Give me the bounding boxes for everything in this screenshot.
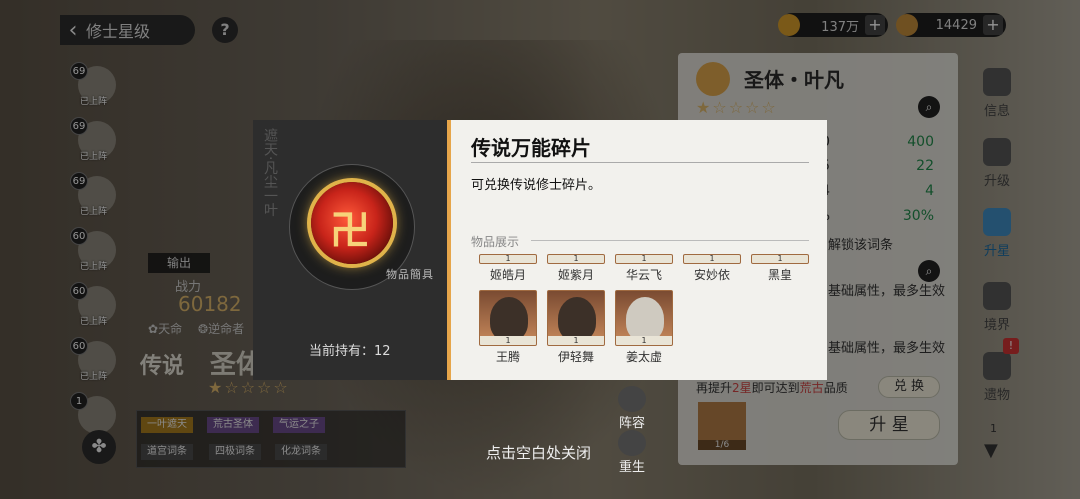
- close-hint[interactable]: 点击空白处关闭: [486, 442, 591, 463]
- modal-title: 传说万能碎片: [471, 136, 591, 160]
- list-item[interactable]: 1 安妙依: [683, 254, 743, 324]
- hero-portrait: [558, 297, 596, 341]
- rebirth-button[interactable]: 重生: [618, 430, 646, 475]
- list-item[interactable]: 1 姜太虚: [615, 290, 675, 364]
- shard-glyph-icon: 卍: [330, 208, 370, 254]
- list-item[interactable]: 1 王腾: [479, 290, 539, 364]
- title-divider: [471, 162, 809, 163]
- modal-item-preview: 遮天·凡尘一叶 卍 物品簡具 当前持有：12: [253, 120, 447, 380]
- held-count: 当前持有：12: [309, 344, 391, 359]
- hero-portrait: [490, 297, 528, 341]
- modal-description: 可兑换传说修士碎片。: [471, 178, 602, 193]
- item-desc-label: 物品簡具: [386, 268, 434, 281]
- side-caption: 遮天·凡尘一叶: [262, 128, 278, 217]
- section-divider: [531, 240, 809, 241]
- hero-portrait: [626, 297, 664, 341]
- list-item[interactable]: 1 伊轻舞: [547, 290, 607, 364]
- lineup-icon: [618, 386, 646, 412]
- lineup-button[interactable]: 阵容: [618, 386, 646, 431]
- rebirth-icon: [618, 430, 646, 456]
- modal-info: 传说万能碎片 可兑换传说修士碎片。 物品展示 1 姬皓月 1 姬紫月 1 华云飞 1安…: [447, 120, 827, 380]
- section-label: 物品展示: [471, 235, 520, 249]
- list-item[interactable]: 1 黑皇: [751, 254, 811, 324]
